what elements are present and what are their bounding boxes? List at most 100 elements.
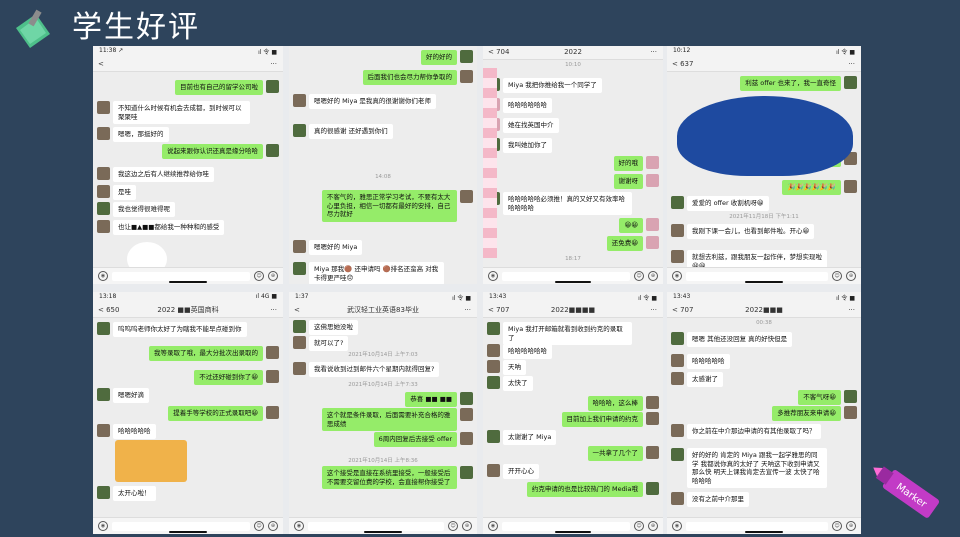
plus-icon[interactable]: ⊕ [268, 521, 278, 531]
message-bubble[interactable]: 多推荐朋友来申请😀 [772, 406, 841, 421]
message-bubble[interactable]: 太开心啦！ [113, 486, 156, 501]
message-bubble[interactable]: 约克申请的也是比较热门的 Media哦 [526, 482, 643, 497]
message-bubble[interactable]: 嗯嗯好滴 [113, 388, 149, 403]
message-bubble[interactable]: 不过还好碰到你了😀 [194, 370, 263, 385]
message-bubble[interactable]: 不客气呀😀 [798, 390, 841, 405]
message-bubble[interactable]: 目前也有自己的留学公司啦 [175, 80, 263, 95]
message-bubble[interactable]: 就可以了? [309, 336, 349, 351]
message-bubble[interactable]: 哈哈哈哈哈哈 [503, 344, 552, 359]
message-bubble[interactable]: 我也觉得很难得呢 [113, 202, 175, 217]
message-bubble[interactable]: 后面我们也会尽力帮你争取的 [362, 70, 457, 85]
more-button[interactable]: ··· [650, 46, 657, 59]
message-input[interactable] [686, 521, 828, 531]
emoji-icon[interactable]: ☺ [254, 271, 264, 281]
back-button[interactable]: < [98, 58, 104, 71]
back-button[interactable]: < 707 [672, 304, 693, 317]
message-input[interactable] [112, 271, 250, 281]
message-input[interactable] [686, 271, 828, 281]
emoji-icon[interactable]: ☺ [832, 521, 842, 531]
message-bubble[interactable]: 6周内回复后去接受 offer [373, 432, 457, 447]
back-button[interactable]: < 704 [488, 46, 509, 59]
message-bubble[interactable]: 好的好的 肯定的 Miya 跟我一起学雅思的同学 我都说你真的太好了 天呐这下收… [687, 448, 828, 488]
message-bubble[interactable]: 哈哈哈哈哈 [113, 424, 156, 439]
voice-icon[interactable]: ◉ [488, 521, 498, 531]
voice-icon[interactable]: ◉ [294, 521, 304, 531]
message-bubble[interactable]: 不知道什么时候有机会去成都，到时候可以聚聚哇 [113, 101, 250, 124]
message-bubble[interactable]: 她在找英国中介 [503, 118, 559, 133]
message-bubble[interactable]: 没有之前中介那里 [687, 492, 749, 507]
emoji-icon[interactable]: ☺ [254, 521, 264, 531]
voice-icon[interactable]: ◉ [672, 521, 682, 531]
message-bubble[interactable]: 这个就是条件录取，后面需要补充合格的雅思成绩 [321, 408, 457, 431]
message-bubble[interactable]: 我叫她加你了 [503, 138, 552, 153]
message-bubble[interactable]: 哈哈哈哈哈哈 [503, 98, 552, 113]
message-bubble[interactable]: 😀😀 [619, 218, 643, 233]
message-input[interactable] [502, 271, 630, 281]
message-bubble[interactable]: 也让■▲■■都给我一种种和的感受 [113, 220, 225, 235]
message-bubble[interactable]: 天呐 [503, 360, 526, 375]
voice-icon[interactable]: ◉ [98, 271, 108, 281]
message-bubble[interactable]: 这个接受是直接在系统里接受，一般接受后不需要交留位费的学校，会直接帮你接受了 [321, 466, 457, 489]
voice-icon[interactable]: ◉ [672, 271, 682, 281]
message-bubble[interactable]: 太感谢了 [687, 372, 723, 387]
message-bubble[interactable]: 爱爱的 offer 收割机呀😀 [687, 196, 769, 211]
message-bubble[interactable]: 利兹 offer 也来了，我一直奇怪 [740, 76, 841, 91]
back-button[interactable]: < 637 [672, 58, 693, 71]
message-bubble[interactable]: 谢谢呀 [613, 174, 643, 189]
message-input[interactable] [112, 521, 250, 531]
emoji-icon[interactable]: ☺ [448, 521, 458, 531]
message-bubble[interactable]: 嗯嗯好的 Miya [309, 240, 363, 255]
message-bubble[interactable]: 是哇 [113, 185, 136, 200]
message-bubble[interactable]: 我等录取了哦，最大分批次出录取的 [149, 346, 263, 361]
plus-icon[interactable]: ⊕ [462, 521, 472, 531]
message-bubble[interactable]: 嗯嗯，那挺好的 [113, 127, 169, 142]
message-bubble[interactable]: 你之前在中介那边申请的有其他录取了吗？ [687, 424, 821, 439]
message-bubble[interactable]: 太谢谢了 Miya [503, 430, 557, 445]
more-button[interactable]: ··· [650, 304, 657, 317]
back-button[interactable]: < 707 [488, 304, 509, 317]
back-button[interactable]: < [294, 304, 300, 317]
plus-icon[interactable]: ⊕ [268, 271, 278, 281]
message-input[interactable] [308, 521, 444, 531]
more-button[interactable]: ··· [270, 304, 277, 317]
plus-icon[interactable]: ⊕ [648, 271, 658, 281]
emoji-icon[interactable]: ☺ [634, 271, 644, 281]
more-button[interactable]: ··· [848, 304, 855, 317]
message-bubble[interactable]: 我刚下课一会儿，也看到邮件啦。开心😀 [687, 224, 815, 239]
message-bubble[interactable]: 目前加上我们申请的约克 [561, 412, 643, 427]
message-input[interactable] [502, 521, 630, 531]
message-bubble[interactable]: 我看说收到过到邮件六个星期内就得回复? [309, 362, 440, 377]
message-bubble[interactable]: 好的哦 [613, 156, 643, 171]
message-bubble[interactable]: 说起来跟你认识还真是缘分哈哈 [162, 144, 263, 159]
plus-icon[interactable]: ⊕ [846, 271, 856, 281]
plus-icon[interactable]: ⊕ [846, 521, 856, 531]
message-bubble[interactable]: 🎉🎉🎉🎉🎉🎉 [782, 180, 841, 195]
message-bubble[interactable]: 哈哈哈哈哈必须推！真的又好又有效率哈哈哈哈哈 [503, 192, 632, 215]
voice-icon[interactable]: ◉ [98, 521, 108, 531]
message-bubble[interactable]: 不客气的，雅思正常学习考试，不要有太大心里负担，相信一切都有最好的安排，自己尽力… [321, 190, 457, 222]
message-bubble[interactable]: 一共拿了几个了 [587, 446, 643, 461]
message-bubble[interactable]: Miya 那我🟤 还申请吗 🟤排名还蛮高 对我卡得更严哇😞 [309, 262, 445, 284]
message-bubble[interactable]: 我这边之后有人继续推荐给你哇 [113, 167, 214, 182]
message-bubble[interactable]: 好的好的 [421, 50, 457, 65]
message-bubble[interactable]: Miya 我把你推给我一个同学了 [503, 78, 602, 93]
voice-icon[interactable]: ◉ [488, 271, 498, 281]
message-bubble[interactable]: 开开心心 [503, 464, 539, 479]
emoji-icon[interactable]: ☺ [634, 521, 644, 531]
plus-icon[interactable]: ⊕ [648, 521, 658, 531]
back-button[interactable]: < 650 [98, 304, 119, 317]
emoji-icon[interactable]: ☺ [832, 271, 842, 281]
message-bubble[interactable]: 提着手等学校的正式录取吧😀 [168, 406, 263, 421]
message-bubble[interactable]: 恭喜 ■■ ■■ [405, 392, 457, 407]
message-bubble[interactable]: 太快了 [503, 376, 533, 391]
message-bubble[interactable]: 还免费😀 [606, 236, 643, 251]
message-bubble[interactable]: 呜呜呜老师你太好了为瞎我不能早点碰到你 [113, 322, 247, 337]
message-bubble[interactable]: Miya 我打开邮箱就看到收到约克的录取了 [503, 322, 632, 345]
message-bubble[interactable]: 哈哈哈，这么棒 [587, 396, 643, 411]
message-bubble[interactable]: 真的很感谢 还好遇到你们 [309, 124, 393, 139]
message-bubble[interactable]: 这佛思她没啦 [309, 320, 358, 335]
message-bubble[interactable]: 哈哈哈哈哈 [687, 354, 730, 369]
more-button[interactable]: ··· [848, 58, 855, 71]
more-button[interactable]: ··· [464, 304, 471, 317]
message-bubble[interactable]: 嗯嗯 其他还没回复 真的好快但是 [687, 332, 793, 347]
